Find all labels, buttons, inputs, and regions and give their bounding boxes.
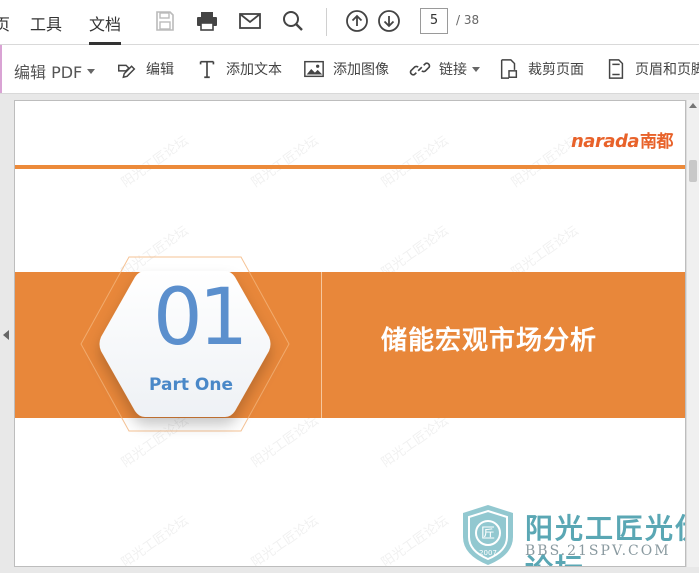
add-image-label: 添加图像 — [333, 62, 389, 78]
watermark: 阳光工匠论坛 — [118, 513, 192, 567]
watermark: 阳光工匠论坛 — [378, 133, 452, 191]
page-total: / 38 — [456, 13, 480, 27]
section-number: 01 — [153, 273, 248, 363]
section-number-badge: 01 Part One — [80, 256, 290, 432]
crop-pages-label: 裁剪页面 — [528, 62, 584, 78]
shield-icon: 匠 2007 — [463, 505, 513, 565]
next-page-icon[interactable] — [376, 8, 402, 34]
section-subtitle: Part One — [149, 375, 233, 395]
badge-year: 2007 — [479, 549, 497, 557]
panel-collapse-arrow-icon[interactable] — [3, 330, 9, 340]
edit-pdf-toolbar: 编辑 PDF 编辑 添加文本 添加图像 链接 裁剪页面 页眉和页脚 — [0, 45, 699, 94]
watermark: 阳光工匠论坛 — [378, 413, 452, 471]
forum-url: BBS.21SPV.COM — [525, 543, 671, 559]
prev-page-icon[interactable] — [344, 8, 370, 34]
header-footer-icon — [608, 59, 624, 79]
toolbar-accent — [0, 45, 2, 93]
section-title: 储能宏观市场分析 — [381, 326, 598, 356]
menu-bar: 页 工具 文档 5 / 38 — [0, 0, 699, 45]
watermark: 阳光工匠论坛 — [118, 133, 192, 191]
add-text-label: 添加文本 — [226, 62, 282, 78]
band-divider — [321, 272, 322, 418]
narada-logo: narada南都 — [570, 127, 674, 152]
edit-button[interactable]: 编辑 — [116, 57, 174, 81]
image-icon — [304, 60, 324, 78]
text-icon — [199, 60, 215, 79]
header-rule — [15, 165, 685, 169]
crop-page-icon — [500, 59, 518, 79]
toolbar-separator — [326, 8, 327, 36]
edit-label: 编辑 — [146, 62, 174, 78]
page-number-input[interactable]: 5 — [420, 8, 448, 34]
edit-icon — [118, 64, 136, 79]
header-footer-label: 页眉和页脚 — [635, 62, 699, 78]
search-icon[interactable] — [280, 8, 306, 34]
add-image-button[interactable]: 添加图像 — [303, 57, 389, 81]
badge-character: 匠 — [481, 526, 495, 542]
watermark: 阳光工匠论坛 — [248, 513, 322, 567]
email-icon[interactable] — [237, 8, 263, 34]
watermark: 阳光工匠论坛 — [378, 513, 452, 567]
brand-chinese: 南都 — [640, 132, 674, 152]
pdf-page: 阳光工匠论坛 阳光工匠论坛 阳光工匠论坛 阳光工匠论坛 阳光工匠论坛 阳光工匠论… — [14, 100, 686, 567]
link-button[interactable]: 链接 — [409, 57, 480, 81]
vertical-scrollbar[interactable] — [686, 100, 699, 567]
header-footer-button[interactable]: 页眉和页脚 — [605, 57, 699, 81]
tab-home[interactable]: 页 — [0, 11, 10, 35]
crop-pages-button[interactable]: 裁剪页面 — [498, 57, 584, 81]
edit-pdf-dropdown[interactable]: 编辑 PDF — [14, 59, 96, 83]
watermark: 阳光工匠论坛 — [248, 133, 322, 191]
brand-latin: narada — [570, 131, 640, 152]
scroll-up-icon[interactable] — [689, 103, 697, 108]
save-icon[interactable] — [152, 8, 178, 34]
scroll-thumb[interactable] — [689, 160, 697, 182]
add-text-button[interactable]: 添加文本 — [196, 57, 282, 81]
chevron-down-icon — [87, 68, 96, 74]
link-label: 链接 — [439, 62, 467, 78]
edit-pdf-label: 编辑 PDF — [14, 63, 83, 82]
link-icon — [409, 62, 431, 76]
tab-tools[interactable]: 工具 — [30, 11, 62, 35]
forum-watermark-logo: 匠 2007 阳光工匠光伏论坛 BBS.21SPV.COM — [459, 503, 685, 566]
document-viewport: 阳光工匠论坛 阳光工匠论坛 阳光工匠论坛 阳光工匠论坛 阳光工匠论坛 阳光工匠论… — [0, 94, 699, 573]
tab-document[interactable]: 文档 — [89, 11, 122, 45]
chevron-down-icon — [472, 66, 480, 72]
print-icon[interactable] — [194, 8, 220, 34]
